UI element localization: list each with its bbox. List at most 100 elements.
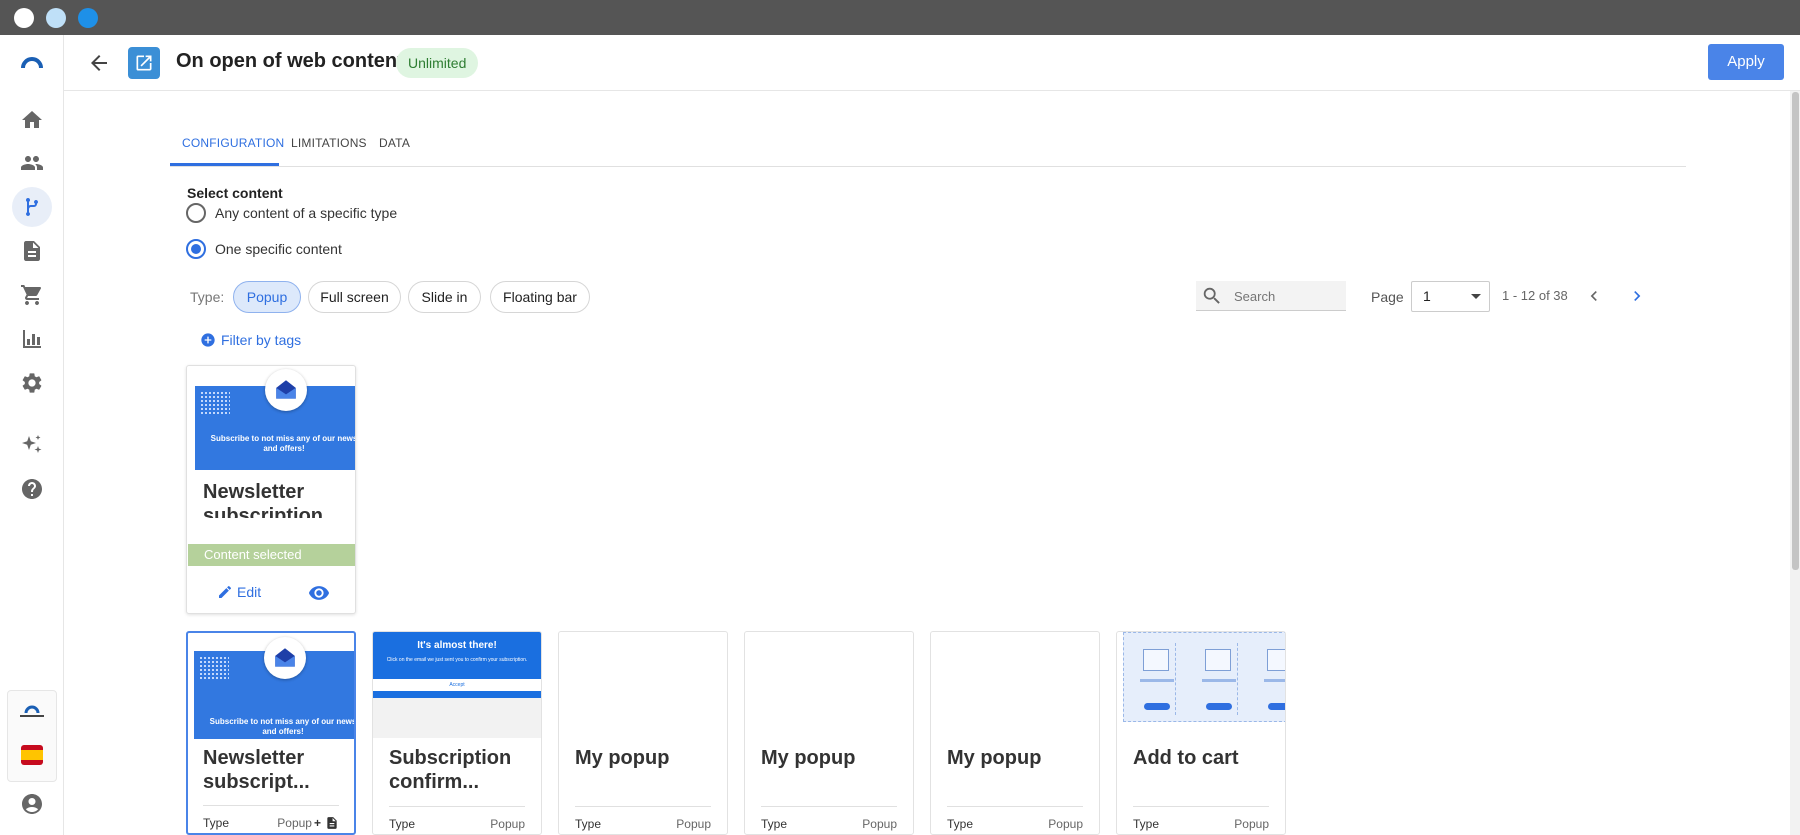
dropdown-caret-icon [1471, 294, 1481, 299]
page-select-value: 1 [1423, 288, 1431, 304]
back-button[interactable] [84, 48, 114, 78]
search-box[interactable] [1196, 281, 1346, 311]
chip-popup[interactable]: Popup [233, 281, 301, 313]
content-selected-status: Content selected [188, 544, 355, 566]
type-label: Type [947, 817, 974, 831]
content-thumbnail: It's almost there! Click on the email we… [373, 632, 541, 698]
content-card[interactable]: It's almost there! Click on the email we… [372, 631, 542, 835]
nav-help[interactable] [12, 469, 52, 509]
thumbnail-button: Accept [373, 679, 541, 691]
chip-full-screen[interactable]: Full screen [308, 281, 401, 313]
nav-ai-assistant[interactable] [12, 425, 52, 465]
window-maximize-button[interactable] [78, 8, 98, 28]
connectif-logo [18, 703, 46, 719]
type-label: Type [761, 817, 788, 831]
filter-by-tags-label: Filter by tags [221, 332, 302, 348]
preview-button[interactable] [308, 582, 330, 604]
nav-store[interactable] [12, 275, 52, 315]
content-card-title: My popup [575, 747, 670, 769]
document-icon [327, 817, 337, 829]
content-card-footer: Type Popup [947, 806, 1083, 834]
account-switcher[interactable] [7, 690, 57, 782]
app-logo[interactable] [12, 43, 52, 83]
product-name-placeholder [1202, 679, 1236, 682]
nav-home[interactable] [12, 100, 52, 140]
product-name-placeholder [1264, 679, 1285, 682]
sparkle-icon [22, 435, 42, 453]
nav-account[interactable] [12, 784, 52, 824]
thumbnail-heading: It's almost there! [417, 640, 497, 651]
arrow-left-icon [91, 55, 107, 71]
content-card[interactable]: Subscribe to not miss any of our news an… [186, 631, 356, 835]
radio-button[interactable] [186, 203, 206, 223]
type-label: Type [203, 816, 230, 830]
select-content-label: Select content [187, 185, 283, 201]
product-column [1198, 643, 1238, 715]
left-sidebar [0, 35, 64, 835]
edit-label: Edit [237, 584, 262, 600]
spanish-flag-icon [21, 745, 43, 765]
chevron-left-icon [1590, 291, 1597, 301]
content-card[interactable]: My popup Type Popup [930, 631, 1100, 835]
chip-floating-bar[interactable]: Floating bar [490, 281, 590, 313]
nav-contacts[interactable] [12, 143, 52, 183]
type-value: Popup [676, 817, 711, 831]
bar-chart-icon [23, 330, 41, 348]
window-minimize-button[interactable] [46, 8, 66, 28]
scrollbar-thumb[interactable] [1792, 92, 1799, 570]
account-icon [22, 794, 42, 814]
type-filter-label: Type: [190, 289, 225, 305]
content-card-footer: Type Popup [575, 806, 711, 834]
content-card-title: My popup [947, 747, 1042, 769]
content-card-footer: Type Popup [761, 806, 897, 834]
search-input[interactable] [1234, 286, 1338, 306]
content-card[interactable]: Add to cart Type Popup [1116, 631, 1286, 835]
page-header: On open of web content Unlimited Apply [64, 35, 1800, 91]
filter-by-tags-link[interactable]: Filter by tags [200, 330, 301, 350]
tab-data[interactable]: DATA [379, 136, 410, 150]
content-card-footer: Type Popup [389, 806, 525, 834]
document-icon [24, 241, 40, 261]
image-placeholder-icon [1143, 649, 1169, 671]
plus-icon: + [313, 816, 321, 830]
product-column [1136, 643, 1176, 715]
radio-any-content[interactable]: Any content of a specific type [186, 202, 397, 224]
home-icon [22, 111, 42, 128]
envelope-icon [275, 648, 295, 667]
window-close-button[interactable] [14, 8, 34, 28]
nav-contents[interactable] [12, 231, 52, 271]
previous-page-button[interactable] [1582, 284, 1606, 308]
nav-reports[interactable] [12, 319, 52, 359]
help-icon [22, 479, 42, 499]
open-web-content-trigger-icon [128, 47, 160, 79]
image-placeholder-icon [1205, 649, 1231, 671]
next-page-button[interactable] [1625, 284, 1649, 308]
chip-slide-in[interactable]: Slide in [408, 281, 481, 313]
edit-content-button[interactable]: Edit [217, 584, 261, 600]
thumbnail-text: Subscribe to not miss any of our news an… [210, 434, 356, 453]
content-card[interactable]: My popup Type Popup [744, 631, 914, 835]
page-select[interactable]: 1 [1411, 281, 1490, 312]
selected-content-title: Newsletter subscription [2] [203, 481, 324, 518]
content-thumbnail [1123, 632, 1285, 722]
nav-journeys[interactable] [12, 187, 52, 227]
radio-button-checked[interactable] [186, 239, 206, 259]
active-tab-indicator [170, 163, 279, 166]
tab-configuration[interactable]: CONFIGURATION [182, 136, 284, 150]
content-card-title: My popup [761, 747, 856, 769]
radio-one-specific-content[interactable]: One specific content [186, 238, 342, 260]
type-label: Type [1133, 817, 1160, 831]
add-circle-icon [201, 333, 215, 347]
type-label: Type [575, 817, 602, 831]
connectif-logo-icon [20, 705, 44, 717]
product-name-placeholder [1140, 679, 1174, 682]
nav-settings[interactable] [12, 363, 52, 403]
journeys-icon [26, 198, 38, 217]
tab-limitations[interactable]: LIMITATIONS [291, 136, 367, 150]
people-icon [21, 156, 43, 170]
page-label: Page [1371, 289, 1404, 305]
apply-button[interactable]: Apply [1708, 44, 1784, 80]
content-card-title: Subscription confirm... [389, 747, 512, 793]
thumbnail-decoration [199, 656, 229, 680]
content-card[interactable]: My popup Type Popup [558, 631, 728, 835]
